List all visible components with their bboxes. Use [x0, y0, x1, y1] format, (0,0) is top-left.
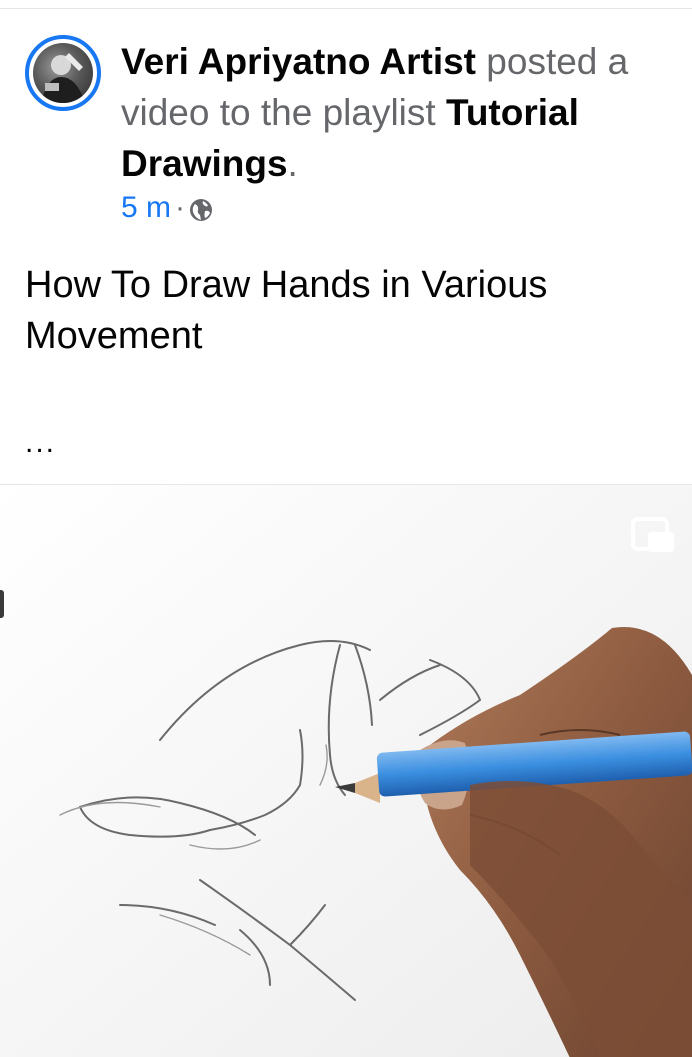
facebook-post: Veri Apriyatno Artist posted a video to … — [0, 0, 692, 1057]
author-name-link[interactable]: Veri Apriyatno Artist — [121, 41, 476, 82]
left-edge-marker — [0, 590, 4, 618]
globe-icon — [189, 196, 213, 221]
see-more-indicator[interactable]: ... — [25, 426, 56, 460]
post-meta: 5 m · — [121, 188, 213, 228]
avatar-image — [33, 43, 93, 103]
top-divider — [0, 8, 692, 9]
meta-separator: · — [175, 191, 186, 224]
picture-in-picture-button[interactable] — [630, 516, 678, 556]
picture-in-picture-icon — [631, 517, 674, 552]
author-avatar[interactable] — [25, 35, 101, 111]
post-header: Veri Apriyatno Artist posted a video to … — [121, 36, 681, 189]
video-player[interactable] — [0, 484, 692, 1057]
post-timestamp[interactable]: 5 m — [121, 191, 171, 225]
header-period: . — [287, 143, 298, 184]
video-frame — [0, 485, 692, 1057]
post-body-text: How To Draw Hands in Various Movement — [25, 264, 548, 357]
